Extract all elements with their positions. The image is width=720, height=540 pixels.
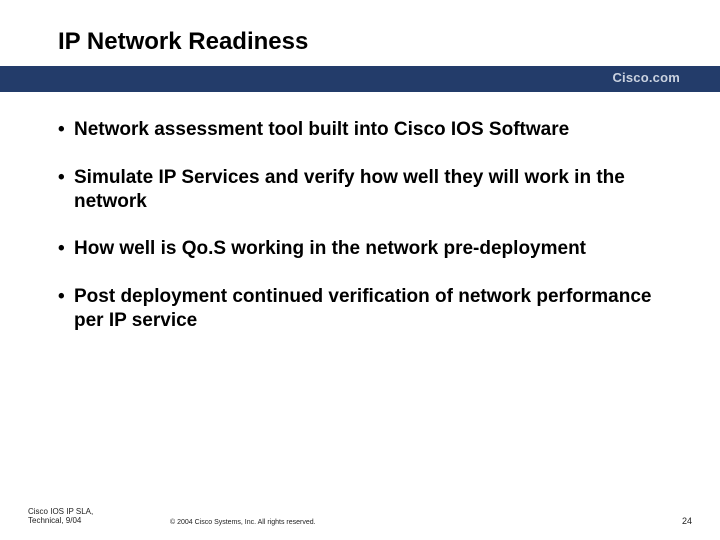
content-area: Network assessment tool built into Cisco…: [0, 92, 720, 333]
footer-left: Cisco IOS IP SLA, Technical, 9/04: [28, 507, 692, 526]
footer-left-line1: Cisco IOS IP SLA,: [28, 507, 692, 517]
brand-label: Cisco.com: [612, 70, 680, 85]
slide: IP Network Readiness Cisco.com Network a…: [0, 0, 720, 540]
title-area: IP Network Readiness: [0, 0, 720, 66]
bullet-item: Network assessment tool built into Cisco…: [58, 118, 672, 142]
bullet-item: Simulate IP Services and verify how well…: [58, 166, 672, 214]
bullet-item: How well is Qo.S working in the network …: [58, 237, 672, 261]
footer-copyright: © 2004 Cisco Systems, Inc. All rights re…: [170, 519, 316, 526]
footer: Cisco IOS IP SLA, Technical, 9/04 © 2004…: [0, 507, 720, 526]
page-number: 24: [682, 516, 692, 526]
slide-title: IP Network Readiness: [58, 28, 720, 56]
footer-left-line2: Technical, 9/04: [28, 516, 692, 526]
header-bar: Cisco.com: [0, 66, 720, 92]
bullet-item: Post deployment continued verification o…: [58, 285, 672, 333]
